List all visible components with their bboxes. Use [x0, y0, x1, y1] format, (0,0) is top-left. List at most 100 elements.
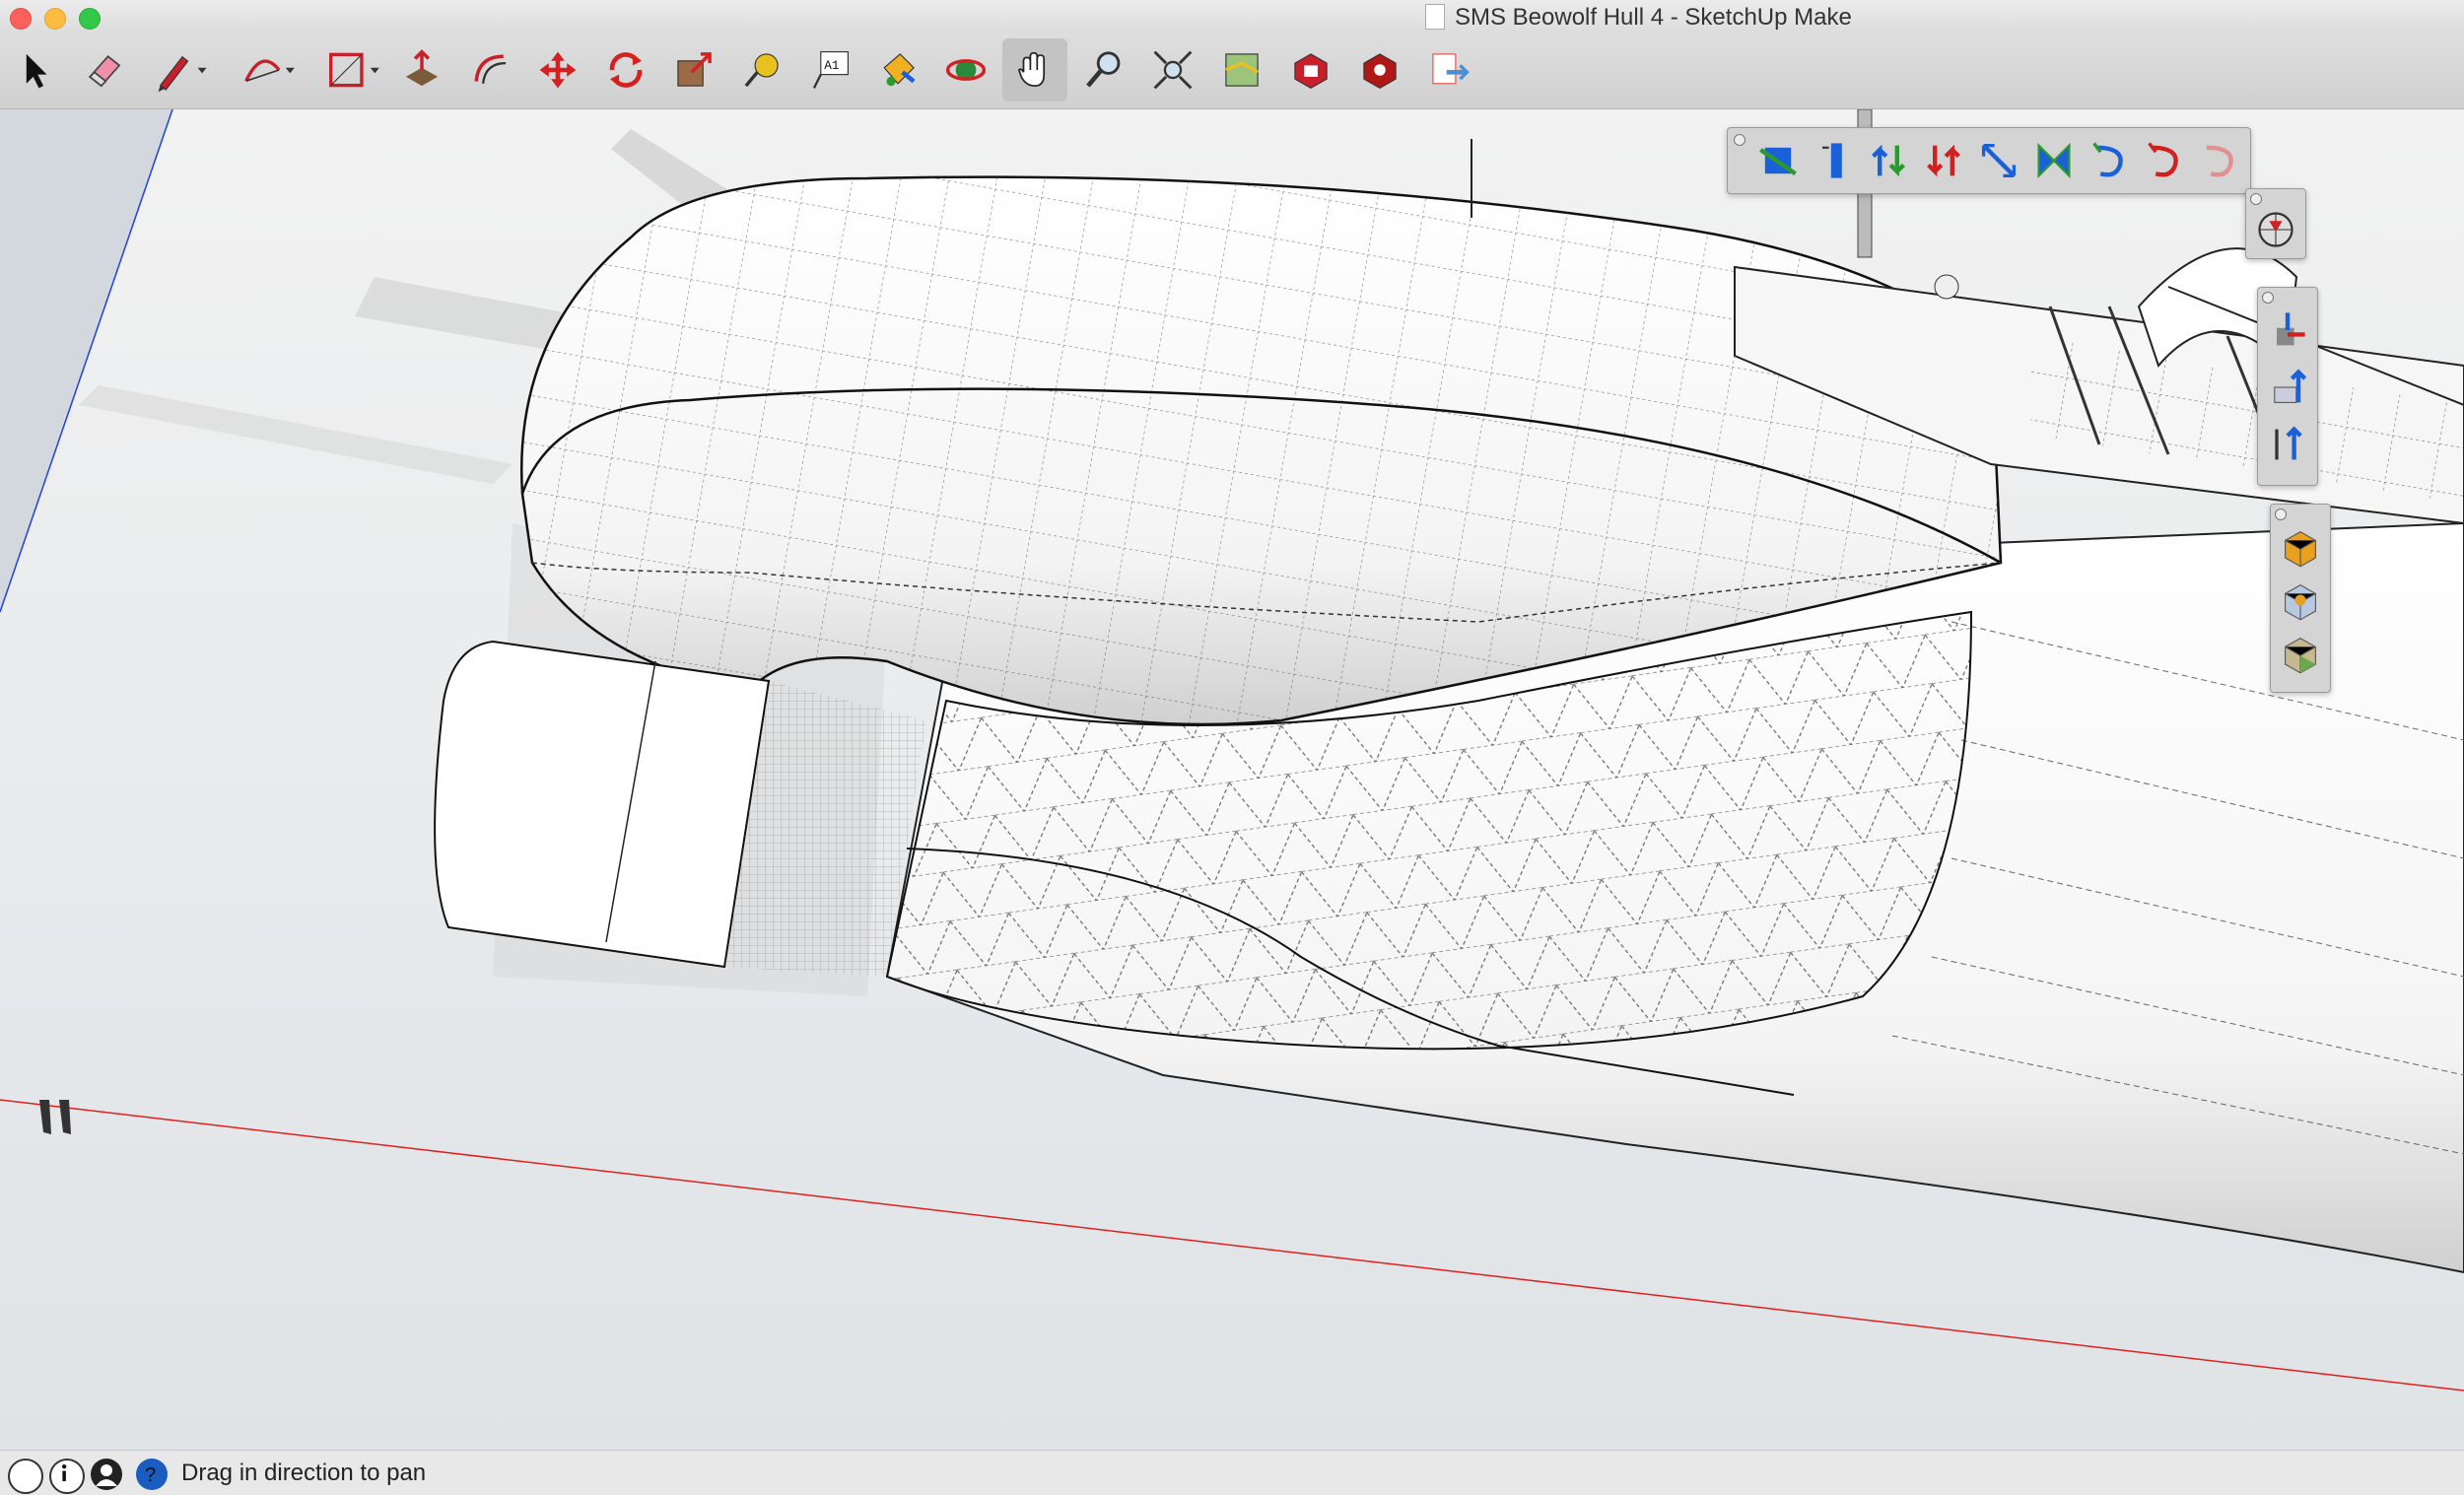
- solid-intersect-icon: [2285, 637, 2316, 674]
- palette-close-button[interactable]: [2275, 509, 2287, 520]
- palette-tool-3[interactable]: [1864, 136, 1913, 185]
- align-up-icon: [2274, 369, 2307, 403]
- diagonal-arrow-icon: [1981, 143, 2017, 178]
- push-pull-tool-button[interactable]: [389, 38, 454, 102]
- info-icon[interactable]: [49, 1459, 85, 1494]
- palette-tool-2[interactable]: [1809, 136, 1858, 185]
- text-tool-label: A1: [824, 58, 839, 73]
- scale-tool-button[interactable]: [661, 38, 726, 102]
- svg-text:?: ?: [145, 1464, 156, 1486]
- 3d-warehouse-icon: [1294, 53, 1328, 90]
- zoom-tool-button[interactable]: [1071, 38, 1136, 102]
- text-tool-button[interactable]: A1: [797, 38, 862, 102]
- axes-tool-2[interactable]: [2263, 363, 2312, 412]
- palette-tool-6[interactable]: [2029, 136, 2079, 185]
- solid-tool-3[interactable]: [2276, 629, 2325, 678]
- axes-tool-1[interactable]: [2263, 306, 2312, 355]
- geo-status-icon[interactable]: [8, 1459, 43, 1494]
- palette-close-button[interactable]: [1734, 134, 1745, 146]
- orbit-icon: [945, 59, 987, 81]
- axes-palette: [2257, 287, 2318, 486]
- move-tool-button[interactable]: [525, 38, 590, 102]
- user-account-icon[interactable]: [91, 1459, 122, 1490]
- palette-tool-1[interactable]: [1753, 136, 1803, 185]
- rectangle-tool-button[interactable]: [313, 38, 392, 102]
- line-tool-button[interactable]: [143, 38, 222, 102]
- scale-icon: [677, 52, 712, 87]
- offset-tool-button[interactable]: [457, 38, 522, 102]
- solid-union-icon: [2285, 530, 2316, 568]
- paint-bucket-icon: [883, 53, 916, 87]
- extension-warehouse-tool-button[interactable]: [1347, 38, 1412, 102]
- axes-tool-3[interactable]: [2263, 420, 2312, 469]
- red-arrows-icon: [1927, 144, 1960, 177]
- tape-measure-tool-button[interactable]: [729, 38, 794, 102]
- push-pull-icon: [405, 49, 439, 87]
- send-to-layout-tool-button[interactable]: [1416, 38, 1481, 102]
- select-tool-button[interactable]: [3, 38, 68, 102]
- geo-location-icon: [1225, 53, 1259, 87]
- rectangle-icon: [329, 52, 379, 88]
- zoom-extents-tool-button[interactable]: [1140, 38, 1205, 102]
- select-icon: [26, 53, 47, 89]
- model-viewport[interactable]: [0, 109, 2464, 1450]
- status-text: Drag in direction to pan: [181, 1460, 427, 1486]
- user-glyph: [96, 1464, 117, 1486]
- vertical-lines-icon: [2275, 426, 2302, 460]
- title-bar: SMS Beowolf Hull 4 - SketchUp Make: [0, 0, 2464, 34]
- arc-tool-button[interactable]: [229, 38, 308, 102]
- rotate-icon: [609, 52, 643, 88]
- orbit-tool-button[interactable]: [933, 38, 998, 102]
- arc-icon: [244, 59, 295, 82]
- curl-faded-icon: [2206, 145, 2233, 177]
- paint-bucket-tool-button[interactable]: [865, 38, 930, 102]
- palette-close-button[interactable]: [2262, 292, 2274, 304]
- solid-tools-palette: [2270, 504, 2331, 693]
- palette-tool-4[interactable]: [1919, 136, 1968, 185]
- zoom-icon: [1086, 51, 1121, 88]
- minimize-window-button[interactable]: [44, 8, 66, 30]
- extension-warehouse-icon: [1363, 53, 1397, 90]
- globe-tool-button[interactable]: [2251, 205, 2300, 254]
- status-bar: ? Drag in direction to pan: [0, 1450, 2464, 1495]
- close-window-button[interactable]: [10, 8, 32, 30]
- tape-measure-icon: [744, 53, 779, 88]
- rotate-tool-button[interactable]: [593, 38, 658, 102]
- palette-tool-8[interactable]: [2140, 136, 2189, 185]
- globe-palette: [2245, 188, 2306, 259]
- offset-icon: [474, 54, 507, 84]
- pan-tool-button[interactable]: [1002, 38, 1067, 102]
- vertical-face-icon: [1822, 143, 1842, 178]
- info-glyph: [61, 1463, 67, 1481]
- globe-icon: [2258, 212, 2293, 247]
- palette-tool-7[interactable]: [2085, 136, 2134, 185]
- curl-blue-icon: [2092, 142, 2123, 177]
- solid-tool-2[interactable]: [2276, 576, 2325, 625]
- curl-red-icon: [2148, 142, 2178, 177]
- palette-close-button[interactable]: [2250, 193, 2262, 205]
- main-toolbar: A1: [0, 34, 2464, 109]
- zoom-window-button[interactable]: [79, 8, 101, 30]
- help-icon[interactable]: ?: [136, 1459, 168, 1490]
- tools-palette-horizontal: [1727, 127, 2251, 194]
- palette-tool-9[interactable]: [2195, 136, 2244, 185]
- question-glyph: ?: [145, 1464, 156, 1486]
- eraser-icon: [88, 55, 121, 88]
- solid-tool-1[interactable]: [2276, 522, 2325, 572]
- pan-icon: [1017, 51, 1046, 87]
- send-to-layout-icon: [1432, 53, 1470, 85]
- solid-shell-icon: [2285, 583, 2316, 621]
- geo-location-tool-button[interactable]: [1209, 38, 1274, 102]
- document-icon: [1425, 4, 1445, 30]
- 3d-warehouse-tool-button[interactable]: [1278, 38, 1343, 102]
- model-scene: [0, 109, 2464, 1450]
- palette-tool-5[interactable]: [1974, 136, 2023, 185]
- push-up-down-icon: [1872, 144, 1905, 177]
- text-icon: A1: [812, 51, 849, 89]
- eraser-tool-button[interactable]: [71, 38, 136, 102]
- zoom-extents-icon: [1153, 50, 1193, 90]
- move-icon: [539, 51, 577, 89]
- pencil-line-icon: [158, 55, 207, 93]
- window-title: SMS Beowolf Hull 4 - SketchUp Make: [1455, 4, 1852, 31]
- draw-surface-icon: [1759, 147, 1797, 176]
